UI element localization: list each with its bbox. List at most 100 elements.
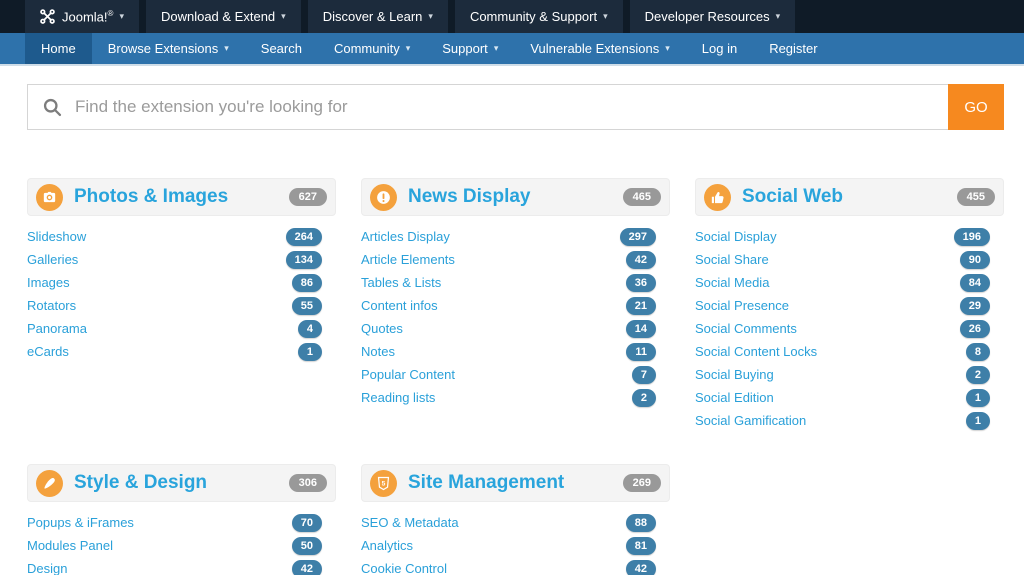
item-count-badge: 90 <box>960 251 990 269</box>
category-item: Rotators55 <box>27 294 322 317</box>
item-count-badge: 42 <box>292 560 322 575</box>
category-item-link-popups-iframes[interactable]: Popups & iFrames <box>27 515 134 530</box>
category-header: 5Site Management269 <box>361 464 670 502</box>
news-alert-icon <box>370 184 397 211</box>
search-box <box>27 84 948 130</box>
category-item-link-tables-lists[interactable]: Tables & Lists <box>361 275 441 290</box>
category-title[interactable]: News Display <box>408 186 531 208</box>
category-item-link-social-edition[interactable]: Social Edition <box>695 390 774 405</box>
chevron-down-icon: ▾ <box>665 43 670 54</box>
category-item-link-slideshow[interactable]: Slideshow <box>27 229 86 244</box>
chevron-down-icon: ▾ <box>494 43 499 54</box>
category-item-link-social-media[interactable]: Social Media <box>695 275 769 290</box>
category-item: Social Content Locks 8 <box>695 340 990 363</box>
category-item-link-design[interactable]: Design <box>27 561 67 575</box>
category-item-link-panorama[interactable]: Panorama <box>27 321 87 336</box>
item-count-badge: 70 <box>292 514 322 532</box>
subnav-item-label: Community <box>334 41 400 56</box>
category-item-link-analytics[interactable]: Analytics <box>361 538 413 553</box>
thumbs-up-icon <box>704 184 731 211</box>
category-item-link-reading-lists[interactable]: Reading lists <box>361 390 435 405</box>
category-title[interactable]: Social Web <box>742 186 843 208</box>
category-item-link-images[interactable]: Images <box>27 275 70 290</box>
top-navbar: Joomla!® ▾ Download & Extend▾Discover & … <box>0 0 1024 33</box>
category-item-link-quotes[interactable]: Quotes <box>361 321 403 336</box>
item-count-badge: 134 <box>286 251 322 269</box>
category-item-link-articles-display[interactable]: Articles Display <box>361 229 450 244</box>
category-item-link-social-content-locks[interactable]: Social Content Locks <box>695 344 817 359</box>
subnav-item-label: Vulnerable Extensions <box>530 41 659 56</box>
category-title[interactable]: Photos & Images <box>74 186 228 208</box>
chevron-down-icon: ▾ <box>603 11 608 22</box>
category-item: Tables & Lists 36 <box>361 271 656 294</box>
category-item-link-galleries[interactable]: Galleries <box>27 252 78 267</box>
category-count-badge: 465 <box>623 188 661 206</box>
chevron-down-icon: ▾ <box>428 11 433 22</box>
item-count-badge: 88 <box>626 514 656 532</box>
category-item-list: Social Display196Social Share90Social Me… <box>695 225 1004 432</box>
subnav-item-vulnerable-extensions[interactable]: Vulnerable Extensions ▾ <box>514 33 685 64</box>
category-count-badge: 455 <box>957 188 995 206</box>
item-count-badge: 2 <box>966 366 990 384</box>
item-count-badge: 36 <box>626 274 656 292</box>
category-title[interactable]: Site Management <box>408 472 564 494</box>
category-item-link-social-presence[interactable]: Social Presence <box>695 298 789 313</box>
subnav-item-register[interactable]: Register <box>753 33 833 64</box>
category-item-link-social-gamification[interactable]: Social Gamification <box>695 413 806 428</box>
category-item: Social Edition1 <box>695 386 990 409</box>
category-item-link-notes[interactable]: Notes <box>361 344 395 359</box>
sub-navbar: HomeBrowse Extensions▾SearchCommunity▾Su… <box>0 33 1024 66</box>
search-go-button[interactable]: GO <box>948 84 1004 130</box>
category-item: Reading lists2 <box>361 386 656 409</box>
category-item-link-ecards[interactable]: eCards <box>27 344 69 359</box>
subnav-item-search[interactable]: Search <box>245 33 318 64</box>
topnav-item-label: Download & Extend <box>161 9 275 24</box>
subnav-item-browse-extensions[interactable]: Browse Extensions▾ <box>92 33 245 64</box>
category-title[interactable]: Style & Design <box>74 472 207 494</box>
subnav-item-home[interactable]: Home <box>25 33 92 64</box>
item-count-badge: 8 <box>966 343 990 361</box>
category-item-link-social-comments[interactable]: Social Comments <box>695 321 797 336</box>
category-item-link-popular-content[interactable]: Popular Content <box>361 367 455 382</box>
subnav-items: HomeBrowse Extensions▾SearchCommunity▾Su… <box>25 33 834 64</box>
category-item: Social Gamification1 <box>695 409 990 432</box>
category-item-link-social-buying[interactable]: Social Buying <box>695 367 774 382</box>
search-input[interactable] <box>75 97 948 117</box>
item-count-badge: 26 <box>960 320 990 338</box>
category-item-list: Slideshow264Galleries134Images86Rotators… <box>27 225 336 363</box>
subnav-item-log-in[interactable]: Log in <box>686 33 753 64</box>
topnav-item-community-support[interactable]: Community & Support▾ <box>455 0 623 33</box>
subnav-item-label: Log in <box>702 41 737 56</box>
camera-icon <box>36 184 63 211</box>
topnav-item-joomla-brand[interactable]: Joomla!® ▾ <box>25 0 139 33</box>
category-item-link-seo-metadata[interactable]: SEO & Metadata <box>361 515 459 530</box>
category-card-photos-images: Photos & Images627Slideshow264Galleries1… <box>27 178 336 363</box>
topnav-item-discover-learn[interactable]: Discover & Learn ▾ <box>308 0 448 33</box>
topnav-item-label: Discover & Learn <box>323 9 423 24</box>
category-item-link-cookie-control[interactable]: Cookie Control <box>361 561 447 575</box>
category-item: Content infos21 <box>361 294 656 317</box>
paintbrush-icon <box>36 470 63 497</box>
category-item-link-social-share[interactable]: Social Share <box>695 252 769 267</box>
category-item-link-social-display[interactable]: Social Display <box>695 229 777 244</box>
topnav-item-download-extend[interactable]: Download & Extend▾ <box>146 0 301 33</box>
category-grid: Photos & Images627Slideshow264Galleries1… <box>27 178 1004 575</box>
topnav-item-developer-resources[interactable]: Developer Resources▾ <box>630 0 796 33</box>
item-count-badge: 14 <box>626 320 656 338</box>
category-item-list: SEO & Metadata 88 Analytics 81 Cookie Contro… <box>361 511 670 575</box>
category-item-link-content-infos[interactable]: Content infos <box>361 298 438 313</box>
category-item-link-article-elements[interactable]: Article Elements <box>361 252 455 267</box>
subnav-item-community[interactable]: Community▾ <box>318 33 426 64</box>
item-count-badge: 297 <box>620 228 656 246</box>
category-item: Notes11 <box>361 340 656 363</box>
chevron-down-icon: ▾ <box>119 11 124 22</box>
topnav-items: Download & Extend▾Discover & Learn▾Commu… <box>146 0 802 33</box>
subnav-item-support[interactable]: Support▾ <box>426 33 514 64</box>
chevron-down-icon: ▾ <box>776 11 781 22</box>
item-count-badge: 81 <box>626 537 656 555</box>
joomla-logo-icon <box>40 9 55 24</box>
item-count-badge: 42 <box>626 560 656 575</box>
category-item-link-modules-panel[interactable]: Modules Panel <box>27 538 113 553</box>
category-item: Articles Display 297 <box>361 225 656 248</box>
category-item-link-rotators[interactable]: Rotators <box>27 298 76 313</box>
